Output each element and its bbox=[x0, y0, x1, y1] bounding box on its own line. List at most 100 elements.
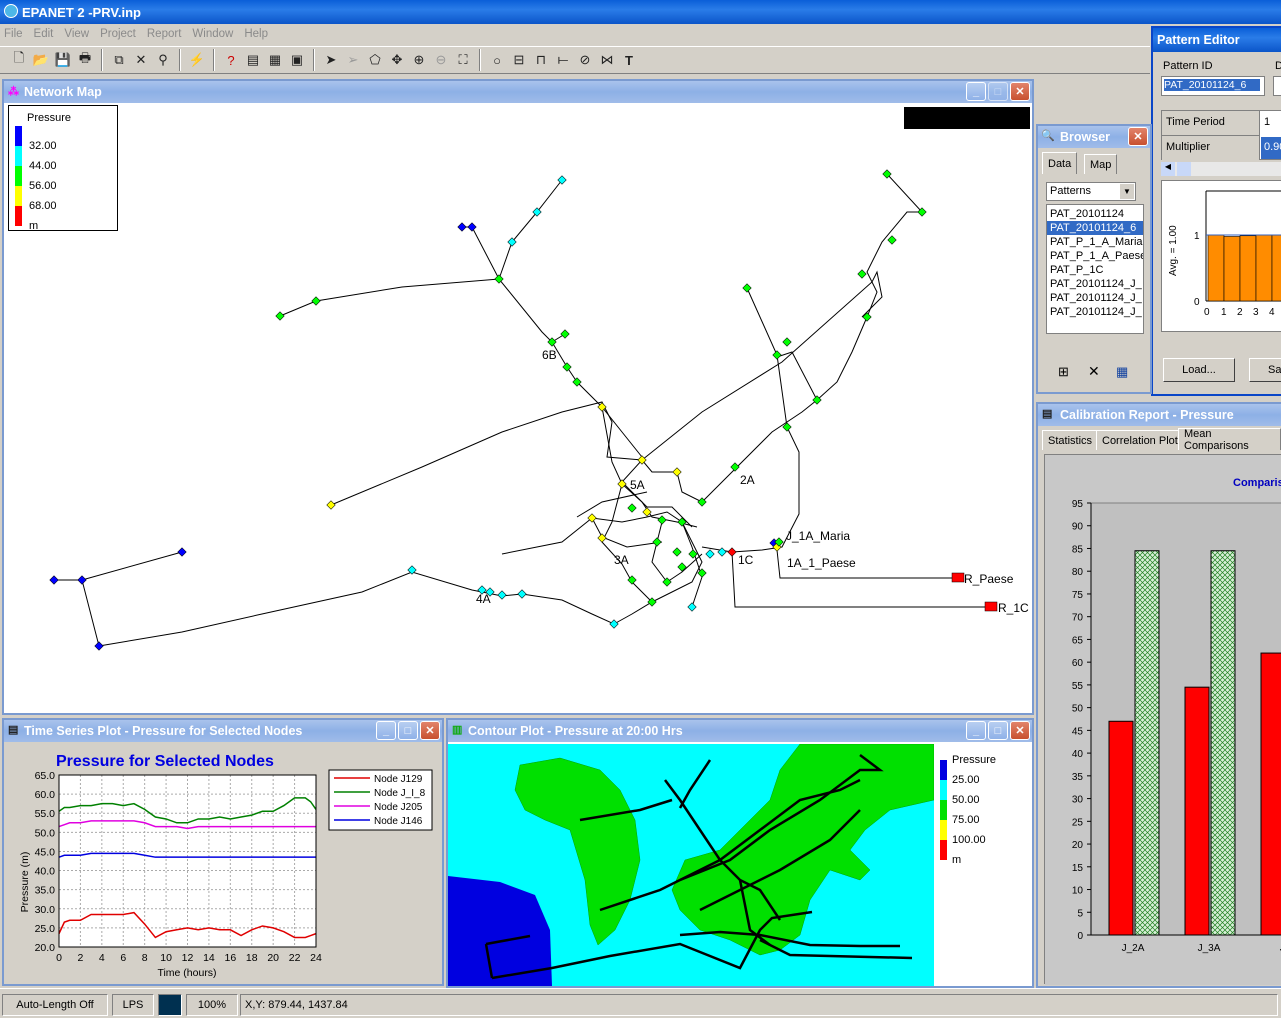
y-tick: 0 bbox=[1194, 297, 1200, 308]
list-item[interactable]: PAT_20101124_J_ bbox=[1047, 291, 1143, 305]
network-map-titlebar: ⁂ Network Map _ □ ✕ bbox=[4, 81, 1032, 103]
list-item[interactable]: PAT_P_1_A_Paese bbox=[1047, 249, 1143, 263]
network-map-canvas[interactable]: 6B 5A 2A 3A 4A 1C J_1A_Maria 1A_1_Paese … bbox=[4, 103, 1032, 713]
add-reservoir-icon[interactable]: ⊟ bbox=[508, 49, 530, 71]
add-valve-icon[interactable]: ⋈ bbox=[596, 49, 618, 71]
time-series-titlebar: ▤ Time Series Plot - Pressure for Select… bbox=[4, 720, 442, 742]
list-item-selected[interactable]: PAT_20101124_6 bbox=[1047, 221, 1143, 235]
time-series-window: ▤ Time Series Plot - Pressure for Select… bbox=[2, 718, 444, 986]
run-icon[interactable]: ⚡ bbox=[186, 49, 208, 71]
browser-tab-map[interactable]: Map bbox=[1084, 154, 1118, 174]
tab-mean-comparisons[interactable]: Mean Comparisons bbox=[1178, 428, 1281, 452]
menu-view[interactable]: View bbox=[64, 28, 89, 40]
query-icon[interactable]: ? bbox=[220, 49, 242, 71]
table-icon[interactable]: ▦ bbox=[264, 49, 286, 71]
y-tick-label: 75 bbox=[1072, 590, 1084, 601]
minimize-button[interactable]: _ bbox=[966, 82, 986, 101]
maximize-button[interactable]: □ bbox=[988, 721, 1008, 740]
node-label-6b: 6B bbox=[542, 348, 557, 362]
epanet-app-icon bbox=[4, 4, 18, 18]
legend-label: Node J146 bbox=[374, 816, 423, 827]
x-category-label: J_2A bbox=[1122, 943, 1145, 954]
description-field[interactable] bbox=[1273, 76, 1281, 96]
x-tick: 1 bbox=[1221, 307, 1227, 318]
chart-title: Comparis bbox=[1233, 477, 1281, 489]
x-tick-label: 0 bbox=[56, 952, 62, 964]
add-label-icon[interactable]: T bbox=[618, 49, 640, 71]
scroll-left-icon[interactable]: ◀ bbox=[1161, 162, 1175, 176]
comparison-bar bbox=[1108, 720, 1134, 936]
menu-edit[interactable]: Edit bbox=[34, 28, 54, 40]
multiplier-value[interactable]: 0.90 bbox=[1261, 137, 1281, 159]
menu-project[interactable]: Project bbox=[100, 28, 136, 40]
browser-tab-data[interactable]: Data bbox=[1042, 152, 1078, 174]
toolbar-separator bbox=[479, 49, 481, 71]
close-button[interactable]: ✕ bbox=[1010, 82, 1030, 101]
add-tank-icon[interactable]: ⊓ bbox=[530, 49, 552, 71]
delete-object-icon[interactable]: ✕ bbox=[1088, 363, 1100, 380]
maximize-button[interactable]: □ bbox=[398, 721, 418, 740]
menu-help[interactable]: Help bbox=[244, 28, 268, 40]
browser-title: Browser bbox=[1060, 130, 1111, 144]
graph-icon[interactable]: ▤ bbox=[242, 49, 264, 71]
y-tick-label: 0 bbox=[1077, 931, 1083, 942]
tab-correlation-plot[interactable]: Correlation Plot bbox=[1096, 430, 1184, 450]
list-item[interactable]: PAT_20101124_J_ bbox=[1047, 277, 1143, 291]
pattern-scrollbar[interactable]: ◀ bbox=[1161, 162, 1281, 176]
find-icon[interactable]: ⚲ bbox=[152, 49, 174, 71]
save-icon[interactable]: 💾 bbox=[52, 49, 74, 71]
pan-icon[interactable]: ✥ bbox=[386, 49, 408, 71]
copy-icon[interactable]: ⧉ bbox=[108, 49, 130, 71]
close-button[interactable]: ✕ bbox=[1010, 721, 1030, 740]
contour-map[interactable] bbox=[448, 744, 934, 986]
add-junction-icon[interactable]: ○ bbox=[486, 49, 508, 71]
list-item[interactable]: PAT_P_1C bbox=[1047, 263, 1143, 277]
save-pattern-button[interactable]: Sa bbox=[1249, 358, 1281, 382]
chevron-down-icon[interactable]: ▼ bbox=[1120, 184, 1134, 199]
pattern-grid[interactable]: Time Period 1 Multiplier 0.90 bbox=[1161, 110, 1281, 160]
browser-close-button[interactable]: ✕ bbox=[1128, 127, 1148, 146]
maximize-button[interactable]: □ bbox=[988, 82, 1008, 101]
minimize-button[interactable]: _ bbox=[376, 721, 396, 740]
add-object-icon[interactable]: ⊞ bbox=[1058, 364, 1069, 380]
node-label-1c: 1C bbox=[738, 553, 754, 567]
zoom-out-icon[interactable]: ⊖ bbox=[430, 49, 452, 71]
auto-length-status[interactable]: Auto-Length Off bbox=[2, 994, 108, 1016]
add-pump-icon[interactable]: ⊘ bbox=[574, 49, 596, 71]
minimize-button[interactable]: _ bbox=[966, 721, 986, 740]
print-icon[interactable]: 🖶 bbox=[74, 49, 96, 71]
menu-window[interactable]: Window bbox=[192, 28, 233, 40]
select-vertex-icon[interactable]: ➢ bbox=[342, 49, 364, 71]
comparison-bar bbox=[1134, 550, 1160, 936]
tab-statistics[interactable]: Statistics bbox=[1042, 430, 1099, 450]
delete-icon[interactable]: ✕ bbox=[130, 49, 152, 71]
edit-object-icon[interactable]: ▦ bbox=[1116, 364, 1128, 380]
node-label-3a: 3A bbox=[614, 553, 629, 567]
menu-report[interactable]: Report bbox=[147, 28, 182, 40]
avg-label: Avg. = 1.00 bbox=[1168, 225, 1179, 276]
options-icon[interactable]: ▣ bbox=[286, 49, 308, 71]
full-extent-icon[interactable]: ⛶ bbox=[452, 49, 474, 71]
pattern-editor-title: Pattern Editor bbox=[1153, 28, 1281, 52]
close-button[interactable]: ✕ bbox=[420, 721, 440, 740]
time-period-value: 1 bbox=[1264, 116, 1271, 128]
browser-category-select[interactable]: Patterns ▼ bbox=[1046, 182, 1136, 201]
menu-file[interactable]: File bbox=[4, 28, 23, 40]
open-folder-icon[interactable]: 📂 bbox=[30, 49, 52, 71]
load-button[interactable]: Load... bbox=[1163, 358, 1235, 382]
y-tick-label: 80 bbox=[1072, 567, 1084, 578]
y-tick-label: 55.0 bbox=[35, 808, 56, 820]
new-file-icon[interactable]: 🗋 bbox=[8, 49, 30, 71]
x-category-label: J_3A bbox=[1198, 943, 1221, 954]
pattern-list[interactable]: PAT_20101124 PAT_20101124_6 PAT_P_1_A_Ma… bbox=[1046, 204, 1144, 334]
zoom-in-icon[interactable]: ⊕ bbox=[408, 49, 430, 71]
list-item[interactable]: PAT_20101124_J_ bbox=[1047, 305, 1143, 319]
pattern-id-field[interactable]: PAT_20101124_6 bbox=[1161, 76, 1265, 96]
x-tick: 0 bbox=[1204, 307, 1210, 318]
scroll-thumb[interactable] bbox=[1177, 162, 1191, 176]
list-item[interactable]: PAT_P_1_A_Maria bbox=[1047, 235, 1143, 249]
list-item[interactable]: PAT_20101124 bbox=[1047, 207, 1143, 221]
select-region-icon[interactable]: ⬠ bbox=[364, 49, 386, 71]
add-pipe-icon[interactable]: ⟝ bbox=[552, 49, 574, 71]
select-arrow-icon[interactable]: ➤ bbox=[320, 49, 342, 71]
